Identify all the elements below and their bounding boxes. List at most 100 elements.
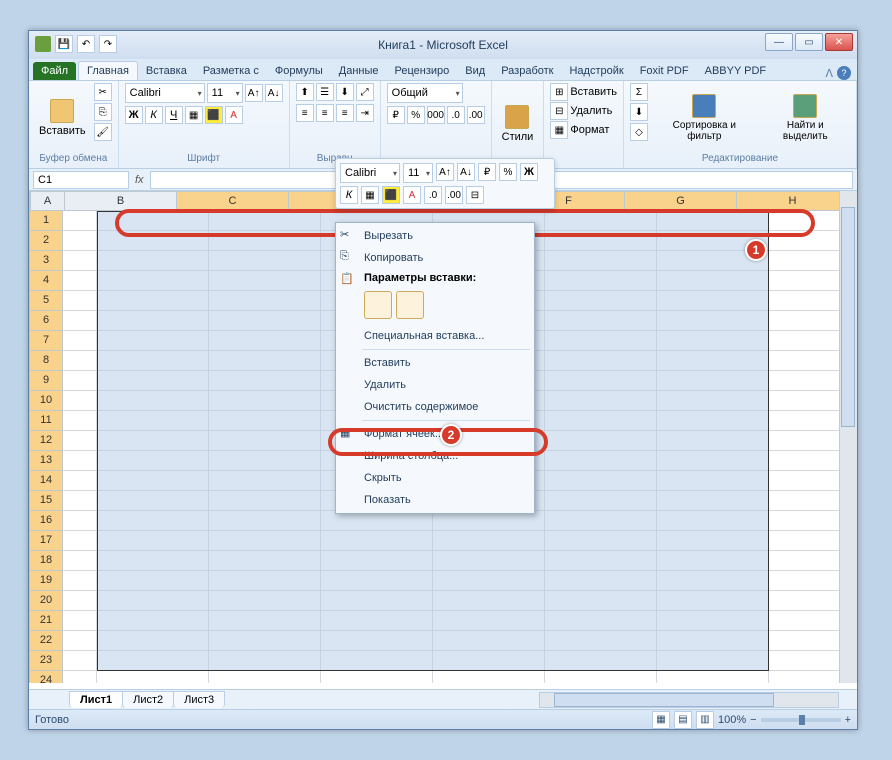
sheet-tab-1[interactable]: Лист1: [69, 691, 123, 708]
tab-insert[interactable]: Вставка: [138, 62, 195, 80]
help-icon[interactable]: ?: [837, 66, 851, 80]
cm-show[interactable]: Показать: [336, 489, 534, 511]
decrease-decimal-icon[interactable]: .00: [467, 106, 485, 124]
currency-icon[interactable]: ₽: [387, 106, 405, 124]
orientation-icon[interactable]: ⤢: [356, 83, 374, 101]
paste-option-1[interactable]: [364, 291, 392, 319]
view-normal-icon[interactable]: ▦: [652, 711, 670, 729]
name-box[interactable]: C1: [33, 171, 129, 189]
tab-view[interactable]: Вид: [457, 62, 493, 80]
row-header[interactable]: 2: [29, 231, 63, 251]
row-header[interactable]: 4: [29, 271, 63, 291]
row-header[interactable]: 17: [29, 531, 63, 551]
minimize-ribbon-icon[interactable]: ᐱ: [825, 67, 833, 80]
mini-shrink-icon[interactable]: A↓: [457, 163, 475, 181]
row-header[interactable]: 14: [29, 471, 63, 491]
italic-icon[interactable]: К: [145, 106, 163, 124]
fill-icon[interactable]: ⬇: [630, 103, 648, 121]
bold-icon[interactable]: Ж: [125, 106, 143, 124]
row-header[interactable]: 22: [29, 631, 63, 651]
row-header[interactable]: 12: [29, 431, 63, 451]
col-header-b[interactable]: B: [65, 191, 177, 211]
font-name-combo[interactable]: Calibri: [125, 83, 205, 103]
clear-icon[interactable]: ◇: [630, 123, 648, 141]
row-header[interactable]: 7: [29, 331, 63, 351]
tab-review[interactable]: Рецензиро: [387, 62, 458, 80]
mini-font-combo[interactable]: Calibri: [340, 163, 400, 183]
number-format-combo[interactable]: Общий: [387, 83, 463, 103]
row-header[interactable]: 13: [29, 451, 63, 471]
copy-icon[interactable]: ⎘: [94, 103, 112, 121]
tab-abbyy[interactable]: ABBYY PDF: [697, 62, 775, 80]
cm-column-width[interactable]: Ширина столбца...: [336, 445, 534, 467]
mini-bold-icon[interactable]: Ж: [520, 163, 538, 181]
mini-decimal-inc-icon[interactable]: .0: [424, 186, 442, 204]
close-button[interactable]: ✕: [825, 33, 853, 51]
find-select-button[interactable]: Найти и выделить: [761, 83, 850, 153]
format-painter-icon[interactable]: 🖌: [94, 123, 112, 141]
cut-icon[interactable]: ✂: [94, 83, 112, 101]
row-header[interactable]: 15: [29, 491, 63, 511]
mini-italic-icon[interactable]: К: [340, 186, 358, 204]
tab-layout[interactable]: Разметка с: [195, 62, 267, 80]
cells-delete[interactable]: ⊟Удалить: [550, 102, 617, 120]
col-header-h[interactable]: H: [737, 191, 849, 211]
redo-icon[interactable]: ↷: [99, 35, 117, 53]
paste-option-2[interactable]: [396, 291, 424, 319]
zoom-slider[interactable]: [761, 718, 841, 722]
zoom-out-icon[interactable]: −: [750, 714, 756, 726]
tab-addins[interactable]: Надстройк: [561, 62, 631, 80]
row-header[interactable]: 20: [29, 591, 63, 611]
align-center-icon[interactable]: ≡: [316, 104, 334, 122]
view-layout-icon[interactable]: ▤: [674, 711, 692, 729]
mini-grow-icon[interactable]: A↑: [436, 163, 454, 181]
row-header[interactable]: 19: [29, 571, 63, 591]
cm-copy[interactable]: ⎘Копировать: [336, 247, 534, 269]
paste-button[interactable]: Вставить: [35, 83, 90, 153]
percent-icon[interactable]: %: [407, 106, 425, 124]
row-header[interactable]: 21: [29, 611, 63, 631]
cells-insert[interactable]: ⊞Вставить: [550, 83, 617, 101]
styles-button[interactable]: Стили: [498, 83, 538, 164]
row-header[interactable]: 24: [29, 671, 63, 683]
sheet-tab-3[interactable]: Лист3: [173, 691, 225, 708]
align-left-icon[interactable]: ≡: [296, 104, 314, 122]
comma-icon[interactable]: 000: [427, 106, 445, 124]
row-header[interactable]: 1: [29, 211, 63, 231]
cm-hide[interactable]: Скрыть: [336, 467, 534, 489]
minimize-button[interactable]: —: [765, 33, 793, 51]
fill-color-icon[interactable]: ⬛: [205, 106, 223, 124]
row-header[interactable]: 23: [29, 651, 63, 671]
scroll-thumb[interactable]: [841, 207, 855, 427]
row-header[interactable]: 8: [29, 351, 63, 371]
row-header[interactable]: 11: [29, 411, 63, 431]
mini-fill-icon[interactable]: ⬛: [382, 186, 400, 204]
save-icon[interactable]: 💾: [55, 35, 73, 53]
cm-insert[interactable]: Вставить: [336, 352, 534, 374]
mini-merge-icon[interactable]: ⊟: [466, 186, 484, 204]
tab-formulas[interactable]: Формулы: [267, 62, 331, 80]
autosum-icon[interactable]: Σ: [630, 83, 648, 101]
mini-currency-icon[interactable]: ₽: [478, 163, 496, 181]
horizontal-scrollbar[interactable]: [539, 692, 839, 708]
mini-size-combo[interactable]: 11: [403, 163, 433, 183]
mini-fontcolor-icon[interactable]: A: [403, 186, 421, 204]
row-header[interactable]: 3: [29, 251, 63, 271]
font-size-combo[interactable]: 11: [207, 83, 243, 103]
sheet-tab-2[interactable]: Лист2: [122, 691, 174, 708]
row-header[interactable]: 6: [29, 311, 63, 331]
tab-foxit[interactable]: Foxit PDF: [632, 62, 697, 80]
fx-icon[interactable]: fx: [135, 174, 144, 186]
row-header[interactable]: 5: [29, 291, 63, 311]
cm-paste-special[interactable]: Специальная вставка...: [336, 325, 534, 347]
cells-format[interactable]: ▦Формат: [550, 121, 617, 139]
row-header[interactable]: 9: [29, 371, 63, 391]
align-right-icon[interactable]: ≡: [336, 104, 354, 122]
mini-decimal-dec-icon[interactable]: .00: [445, 186, 463, 204]
row-header[interactable]: 10: [29, 391, 63, 411]
underline-icon[interactable]: Ч: [165, 106, 183, 124]
tab-home[interactable]: Главная: [78, 61, 138, 80]
shrink-font-icon[interactable]: A↓: [265, 84, 283, 102]
row-header[interactable]: 16: [29, 511, 63, 531]
align-middle-icon[interactable]: ☰: [316, 83, 334, 101]
